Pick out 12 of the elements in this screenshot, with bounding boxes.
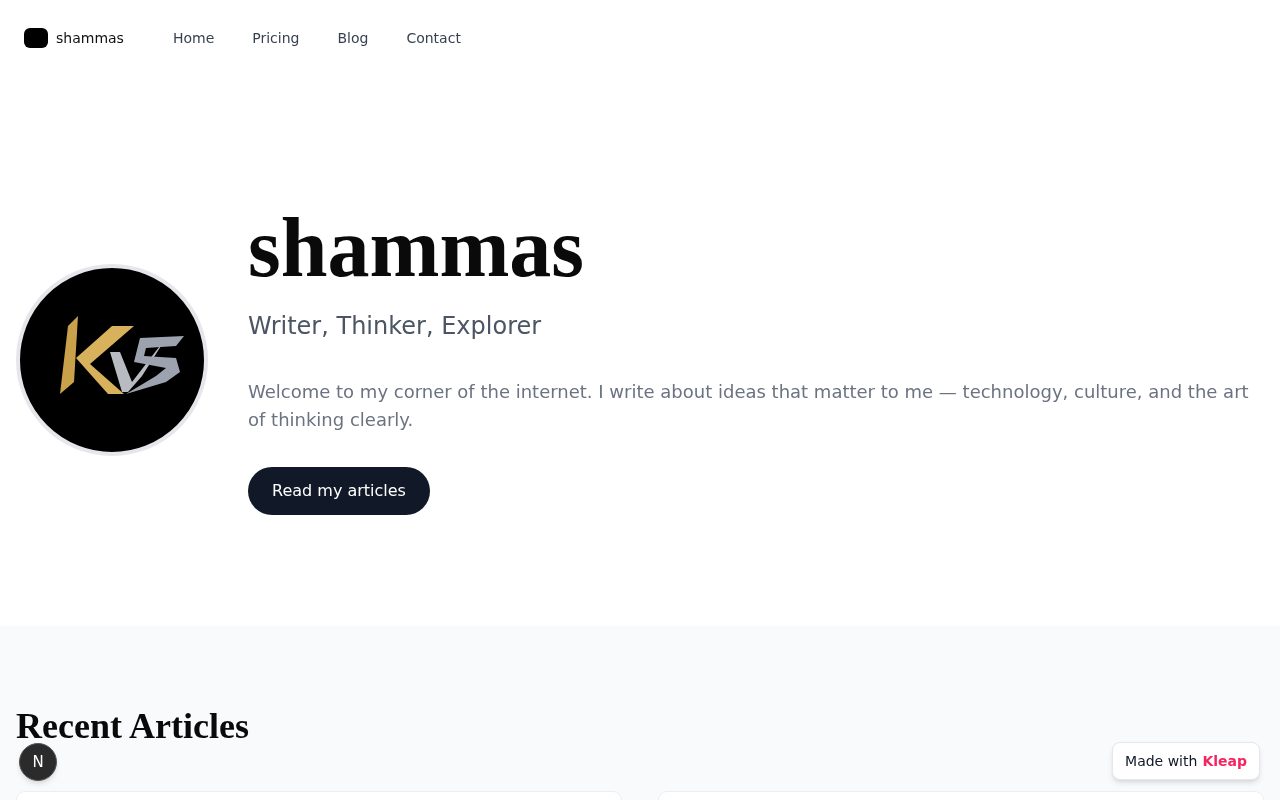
section-heading: Recent Articles (16, 706, 250, 746)
intro-paragraph: Welcome to my corner of the internet. I write about ideas that matter to me — technology, culture, and the art of thinking clearly. (248, 379, 1250, 432)
nav-link[interactable]: Home (172, 27, 215, 49)
nav-link[interactable]: Pricing (252, 27, 300, 49)
hero-subtitle: Writer, Thinker, Explorer (248, 310, 543, 342)
nav-link[interactable]: Blog (337, 27, 369, 49)
read-articles-button[interactable]: Read my articles (248, 466, 430, 515)
nav-link[interactable]: Contact (406, 27, 461, 49)
logo-icon (24, 28, 48, 48)
brand-name[interactable]: shammas (56, 27, 124, 49)
made-with-badge[interactable]: Made with Kleap (1112, 742, 1260, 780)
hero-title: shammas (248, 205, 586, 290)
